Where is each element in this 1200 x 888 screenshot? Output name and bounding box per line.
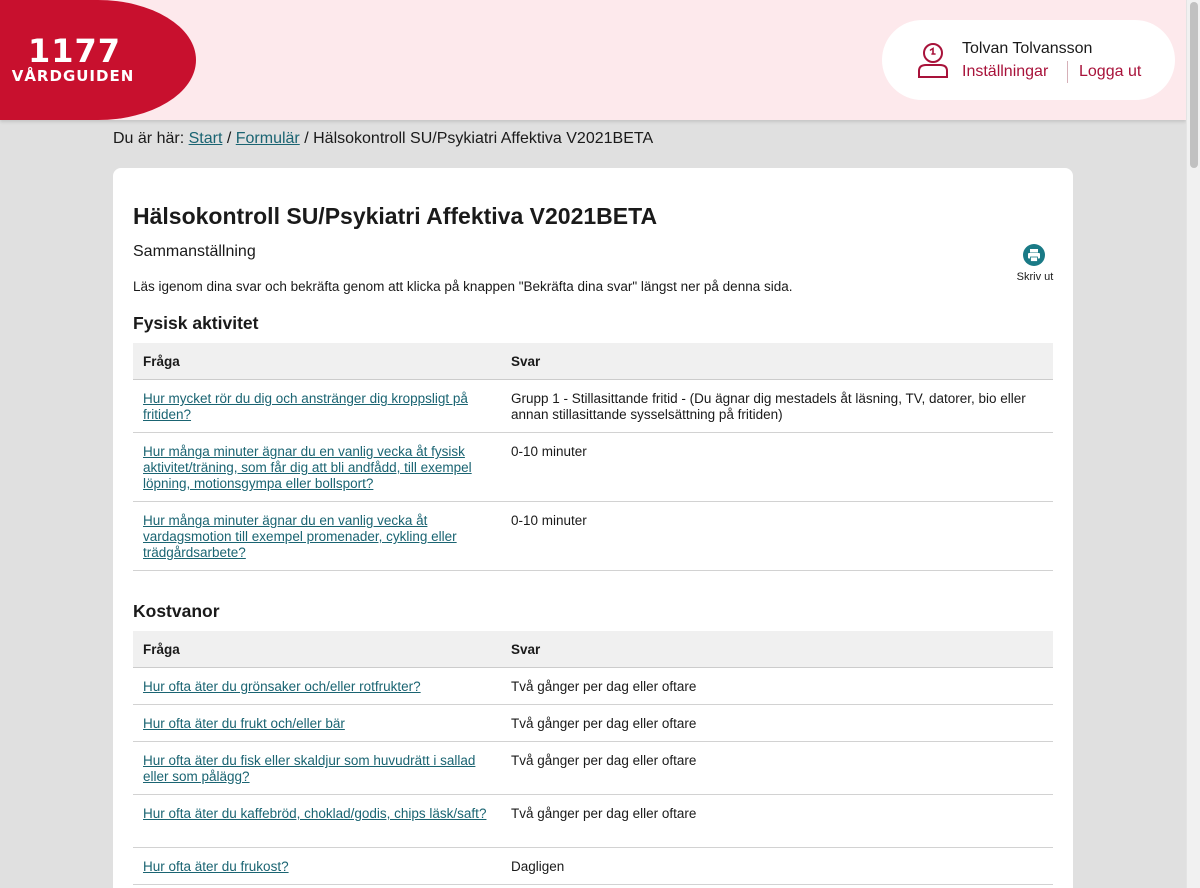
column-header-answer: Svar [511,642,541,657]
question-link[interactable]: Hur ofta äter du frukt och/eller bär [143,716,493,732]
breadcrumb-prefix: Du är här: [113,130,185,147]
page-title: Hälsokontroll SU/Psykiatri Affektiva V20… [133,203,658,229]
answer-text: 0-10 minuter [511,513,587,528]
table-row: Hur ofta äter du frukt och/eller bär Två… [133,705,1053,742]
section-title-kostvanor: Kostvanor [133,601,220,621]
answer-text: Två gånger per dag eller oftare [511,753,697,768]
table-row: Hur ofta äter du grönsaker och/eller rot… [133,668,1053,705]
logo-1177-vardguiden[interactable]: 1177 VÅRDGUIDEN [0,0,196,120]
table-row: Hur ofta äter du fisk eller skaldjur som… [133,742,1053,795]
breadcrumb-forms-link[interactable]: Formulär [236,130,300,147]
table-header: Fråga Svar [133,631,1053,668]
answer-text: Grupp 1 - Stillasittande fritid - (Du äg… [511,391,1026,422]
answers-table-fysisk-aktivitet: Fråga Svar Hur mycket rör du dig och ans… [133,343,1053,571]
answers-table-kostvanor: Fråga Svar Hur ofta äter du grönsaker oc… [133,631,1053,885]
logout-link[interactable]: Logga ut [1079,63,1141,81]
table-header: Fråga Svar [133,343,1053,380]
question-link[interactable]: Hur ofta äter du fisk eller skaldjur som… [143,753,493,785]
breadcrumb-separator: / [226,130,232,147]
intro-text: Läs igenom dina svar och bekräfta genom … [133,279,793,294]
print-button[interactable]: Skriv ut [1011,244,1061,286]
divider [1067,61,1068,83]
breadcrumb-separator: / [304,130,309,147]
answer-text: 0-10 minuter [511,444,587,459]
column-header-answer: Svar [511,354,541,369]
answer-text: Två gånger per dag eller oftare [511,806,697,821]
answer-text: Två gånger per dag eller oftare [511,716,697,731]
column-header-question: Fråga [143,354,180,369]
table-row: Hur ofta äter du frukost? Dagligen [133,848,1053,885]
printer-icon [1023,244,1045,266]
table-row: Hur många minuter ägnar du en vanlig vec… [133,433,1053,502]
print-label: Skriv ut [1016,271,1054,283]
column-header-question: Fråga [143,642,180,657]
question-link[interactable]: Hur ofta äter du grönsaker och/eller rot… [143,679,493,695]
page-subtitle: Sammanställning [133,243,256,260]
breadcrumb-current: Hälsokontroll SU/Psykiatri Affektiva V20… [313,130,654,147]
breadcrumb-start-link[interactable]: Start [189,130,223,147]
section-title-fysisk-aktivitet: Fysisk aktivitet [133,313,259,333]
table-row: Hur många minuter ägnar du en vanlig vec… [133,502,1053,571]
user-name: Tolvan Tolvansson [962,40,1093,57]
question-link[interactable]: Hur många minuter ägnar du en vanlig vec… [143,513,493,561]
table-row: Hur ofta äter du kaffebröd, choklad/godi… [133,795,1053,848]
site-header: 1177 VÅRDGUIDEN Tolvan Tolvansson Instäl… [0,0,1186,120]
question-link[interactable]: Hur mycket rör du dig och anstränger dig… [143,391,493,423]
logo-number: 1177 [28,32,122,70]
settings-link[interactable]: Inställningar [962,63,1048,81]
user-menu: Tolvan Tolvansson Inställningar Logga ut [882,20,1175,100]
table-row: Hur mycket rör du dig och anstränger dig… [133,380,1053,433]
answer-text: Två gånger per dag eller oftare [511,679,697,694]
scrollbar-thumb[interactable] [1190,2,1198,168]
question-link[interactable]: Hur många minuter ägnar du en vanlig vec… [143,444,493,492]
question-link[interactable]: Hur ofta äter du frukost? [143,859,493,875]
content-card: Hälsokontroll SU/Psykiatri Affektiva V20… [113,168,1073,888]
page-scrollbar[interactable] [1186,0,1200,888]
person-icon [918,43,948,78]
breadcrumb: Du är här: Start / Formulär / Hälsokontr… [113,129,653,149]
answer-text: Dagligen [511,859,565,874]
logo-text: VÅRDGUIDEN [11,67,135,85]
question-link[interactable]: Hur ofta äter du kaffebröd, choklad/godi… [143,806,493,822]
